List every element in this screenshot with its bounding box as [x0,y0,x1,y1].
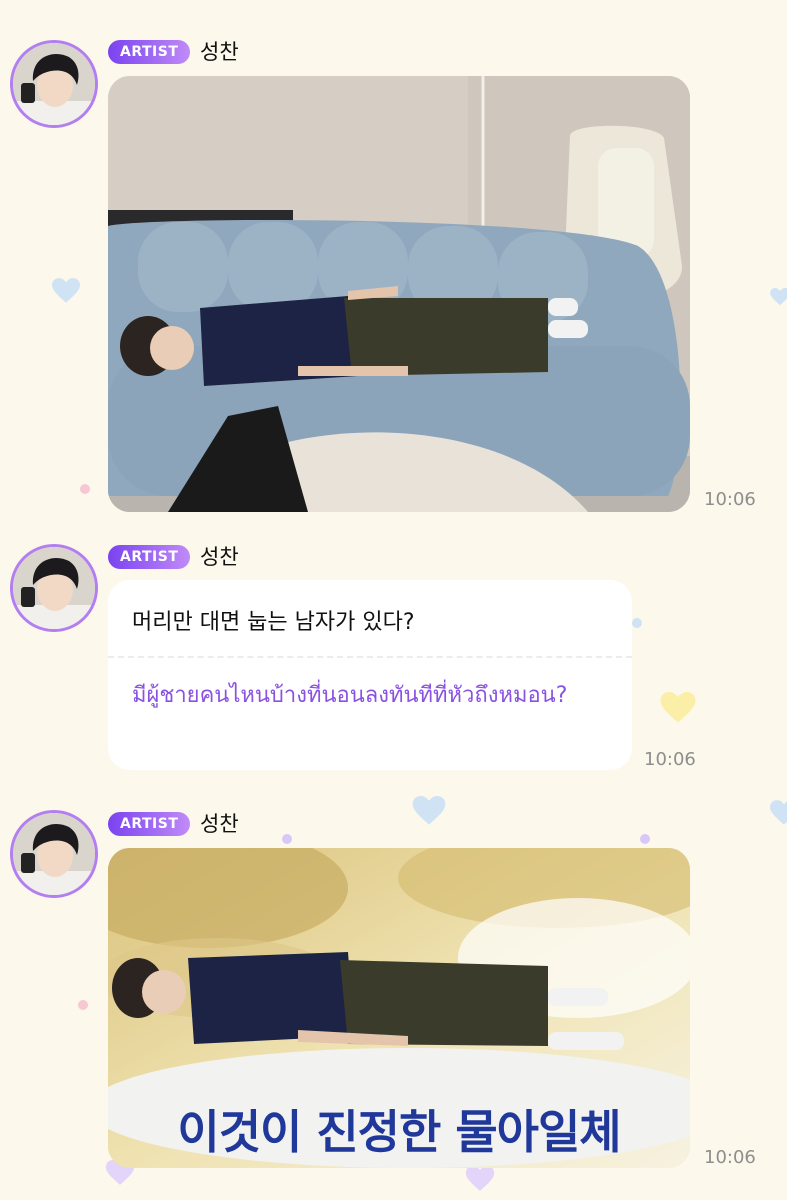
timestamp: 10:06 [704,489,756,510]
heart-decoration-4 [770,800,787,825]
translation-divider [108,656,632,658]
text-message-bubble[interactable]: 머리만 대면 눕는 남자가 있다? มีผู้ชายคนไหนบ้างที่นอ… [108,580,632,770]
timestamp: 10:06 [704,1147,756,1168]
dot-decoration-5 [632,618,642,628]
avatar-image [13,43,95,125]
avatar[interactable] [10,544,98,632]
dot-decoration-1 [80,484,90,494]
timestamp: 10:06 [644,749,696,770]
photo-attachment[interactable] [108,76,690,512]
artist-badge: ARTIST [108,40,191,64]
avatar[interactable] [10,810,98,898]
sender-name: 성찬 [200,545,239,569]
message-text: 머리만 대면 눕는 남자가 있다? [132,610,415,635]
translated-text: มีผู้ชายคนไหนบ้างที่นอนลงทันทีที่หัวถึงห… [132,683,568,708]
avatar-image [13,547,95,629]
avatar[interactable] [10,40,98,128]
photo-caption: 이것이 진정한 물아일체 [177,1105,621,1159]
heart-decoration-2 [660,692,696,723]
heart-decoration-3 [412,796,446,825]
sender-name: 성찬 [200,40,239,64]
artist-badge: ARTIST [108,812,191,836]
dot-decoration-4 [640,834,650,844]
dot-decoration-2 [78,1000,88,1010]
sender-name: 성찬 [200,812,239,836]
heart-decoration-1 [52,278,80,303]
avatar-image [13,813,95,895]
dot-decoration-3 [282,834,292,844]
heart-decoration-5 [770,288,787,306]
photo-attachment[interactable]: 이것이 진정한 물아일체 [108,848,690,1168]
heart-decoration-7 [465,1166,495,1191]
photo-image [108,76,690,512]
artist-badge: ARTIST [108,545,191,569]
